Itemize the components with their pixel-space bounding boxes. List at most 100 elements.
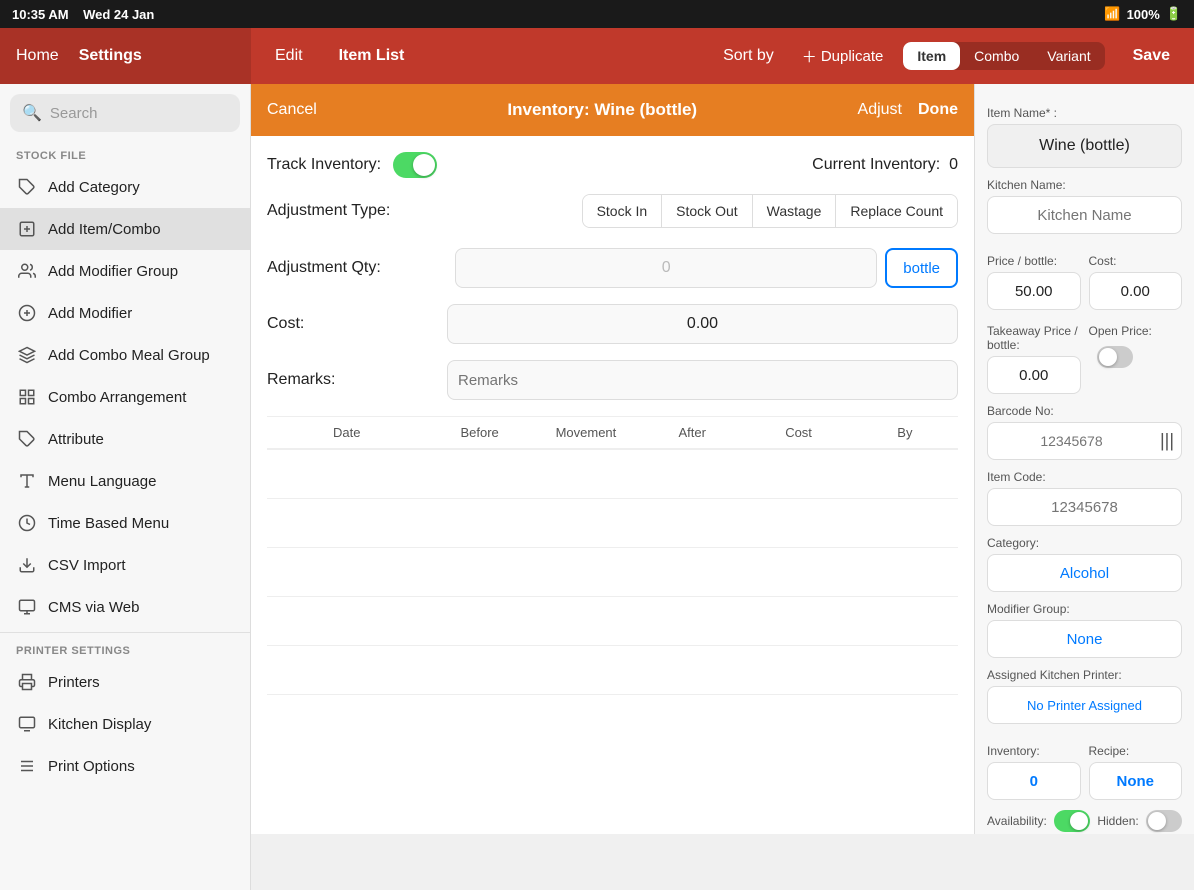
modal-adjust-button[interactable]: Adjust — [858, 101, 902, 119]
sidebar-item-add-category[interactable]: Add Category — [0, 166, 250, 208]
remarks-label: Remarks: — [267, 371, 447, 389]
sidebar-item-cms-via-web[interactable]: CMS via Web — [0, 586, 250, 628]
barcode-input[interactable] — [987, 422, 1182, 460]
sidebar-item-attribute[interactable]: Attribute — [0, 418, 250, 460]
col-before: Before — [426, 425, 532, 440]
adj-wastage-button[interactable]: Wastage — [753, 195, 837, 227]
sidebar-item-csv-import[interactable]: CSV Import — [0, 544, 250, 586]
printer-icon — [16, 671, 38, 693]
recipe-button[interactable]: None — [1089, 762, 1183, 800]
availability-row: Availability: Hidden: — [987, 810, 1182, 832]
sidebar-item-add-modifier-group[interactable]: Add Modifier Group — [0, 250, 250, 292]
item-name-label: Item Name* : — [987, 106, 1182, 120]
sidebar-item-print-options[interactable]: Print Options — [0, 745, 250, 787]
track-inventory-label: Track Inventory: — [267, 156, 381, 174]
barcode-label: Barcode No: — [987, 404, 1182, 418]
edit-button[interactable]: Edit — [267, 43, 311, 69]
kitchen-printer-button[interactable]: No Printer Assigned — [987, 686, 1182, 724]
tab-variant[interactable]: Variant — [1033, 42, 1104, 70]
adj-stock-in-button[interactable]: Stock In — [583, 195, 663, 227]
kitchen-printer-label: Assigned Kitchen Printer: — [987, 668, 1182, 682]
sidebar-item-menu-language[interactable]: Menu Language — [0, 460, 250, 502]
availability-label: Availability: — [987, 814, 1047, 828]
modifier-group-label: Modifier Group: — [987, 602, 1182, 616]
monitor-icon — [16, 596, 38, 618]
modal-actions: Adjust Done — [858, 101, 958, 119]
item-code-label: Item Code: — [987, 470, 1182, 484]
layers-icon — [16, 344, 38, 366]
duplicate-button[interactable]: ＋ Duplicate — [802, 46, 884, 67]
price-input[interactable] — [987, 272, 1081, 310]
takeaway-price-input[interactable] — [987, 356, 1081, 394]
item-name-input[interactable] — [987, 124, 1182, 168]
wifi-icon: 📶 — [1104, 6, 1120, 22]
tab-combo[interactable]: Combo — [960, 42, 1033, 70]
cost-row-label: Cost: — [267, 315, 447, 333]
section-stock-file: STOCK FILE — [0, 142, 250, 166]
cost-row: Cost: — [267, 304, 958, 344]
users-icon — [16, 260, 38, 282]
save-button[interactable]: Save — [1125, 43, 1178, 69]
top-nav: Edit Item List Sort by ＋ Duplicate Item … — [251, 28, 1194, 84]
section-printer-settings: PRINTER SETTINGS — [0, 637, 250, 661]
barcode-scan-icon[interactable]: ||| — [1160, 431, 1174, 452]
barcode-field: ||| — [987, 422, 1182, 460]
download-icon — [16, 554, 38, 576]
search-icon: 🔍 — [22, 103, 42, 123]
adjustment-type-buttons: Stock In Stock Out Wastage Replace Count — [582, 194, 958, 228]
track-inventory-toggle[interactable] — [393, 152, 437, 178]
category-button[interactable]: Alcohol — [987, 554, 1182, 592]
sidebar-item-combo-arrangement[interactable]: Combo Arrangement — [0, 376, 250, 418]
grid-icon — [16, 386, 38, 408]
sidebar: 🔍 Search STOCK FILE Add Category Add Ite… — [0, 84, 251, 890]
sort-by-button[interactable]: Sort by — [715, 43, 782, 69]
status-bar: 10:35 AM Wed 24 Jan 📶 100% 🔋 — [0, 0, 1194, 28]
tab-group: Item Combo Variant — [903, 42, 1104, 70]
modifier-group-button[interactable]: None — [987, 620, 1182, 658]
modal-title: Inventory: Wine (bottle) — [347, 100, 858, 120]
status-time: 10:35 AM Wed 24 Jan — [12, 7, 154, 22]
availability-toggle[interactable] — [1054, 810, 1090, 832]
modal-cancel-button[interactable]: Cancel — [267, 101, 347, 119]
category-label: Category: — [987, 536, 1182, 550]
cost-input[interactable] — [1089, 272, 1183, 310]
sidebar-item-add-combo-meal-group[interactable]: Add Combo Meal Group — [0, 334, 250, 376]
table-rows — [267, 449, 958, 695]
hidden-toggle[interactable] — [1146, 810, 1182, 832]
sidebar-item-time-based-menu[interactable]: Time Based Menu — [0, 502, 250, 544]
cost-label: Cost: — [1089, 254, 1183, 268]
sidebar-item-printers[interactable]: Printers — [0, 661, 250, 703]
item-list-button[interactable]: Item List — [331, 43, 413, 69]
tag-icon — [16, 176, 38, 198]
kitchen-name-input[interactable] — [987, 196, 1182, 234]
right-panel: Item Name* : Kitchen Name: Price / bottl… — [974, 84, 1194, 834]
search-input[interactable]: 🔍 Search — [10, 94, 240, 132]
adj-unit-button[interactable]: bottle — [885, 248, 958, 288]
col-cost: Cost — [745, 425, 851, 440]
sidebar-item-add-modifier[interactable]: Add Modifier — [0, 292, 250, 334]
sidebar-item-add-item-combo[interactable]: Add Item/Combo — [0, 208, 250, 250]
recipe-label: Recipe: — [1089, 744, 1183, 758]
adj-replace-count-button[interactable]: Replace Count — [836, 195, 957, 227]
modal-done-button[interactable]: Done — [918, 101, 958, 119]
item-code-input[interactable] — [987, 488, 1182, 526]
home-button[interactable]: Home — [16, 47, 59, 65]
open-price-toggle[interactable] — [1097, 346, 1133, 368]
current-inventory-label: Current Inventory: 0 — [812, 156, 958, 174]
sidebar-item-kitchen-display[interactable]: Kitchen Display — [0, 703, 250, 745]
adj-qty-label: Adjustment Qty: — [267, 259, 447, 277]
inventory-button[interactable]: 0 — [987, 762, 1081, 800]
tab-item[interactable]: Item — [903, 42, 960, 70]
settings-button[interactable]: Settings — [79, 47, 142, 65]
adj-qty-input[interactable] — [455, 248, 877, 288]
battery-icon: 🔋 — [1166, 6, 1182, 22]
plus-icon: ＋ — [802, 46, 817, 67]
remarks-input[interactable] — [447, 360, 958, 400]
adj-stock-out-button[interactable]: Stock Out — [662, 195, 752, 227]
kitchen-display-icon — [16, 713, 38, 735]
col-after: After — [639, 425, 745, 440]
adj-qty-row: Adjustment Qty: bottle — [267, 248, 958, 288]
price-label: Price / bottle: — [987, 254, 1081, 268]
cost-row-input[interactable] — [447, 304, 958, 344]
clock-icon — [16, 512, 38, 534]
